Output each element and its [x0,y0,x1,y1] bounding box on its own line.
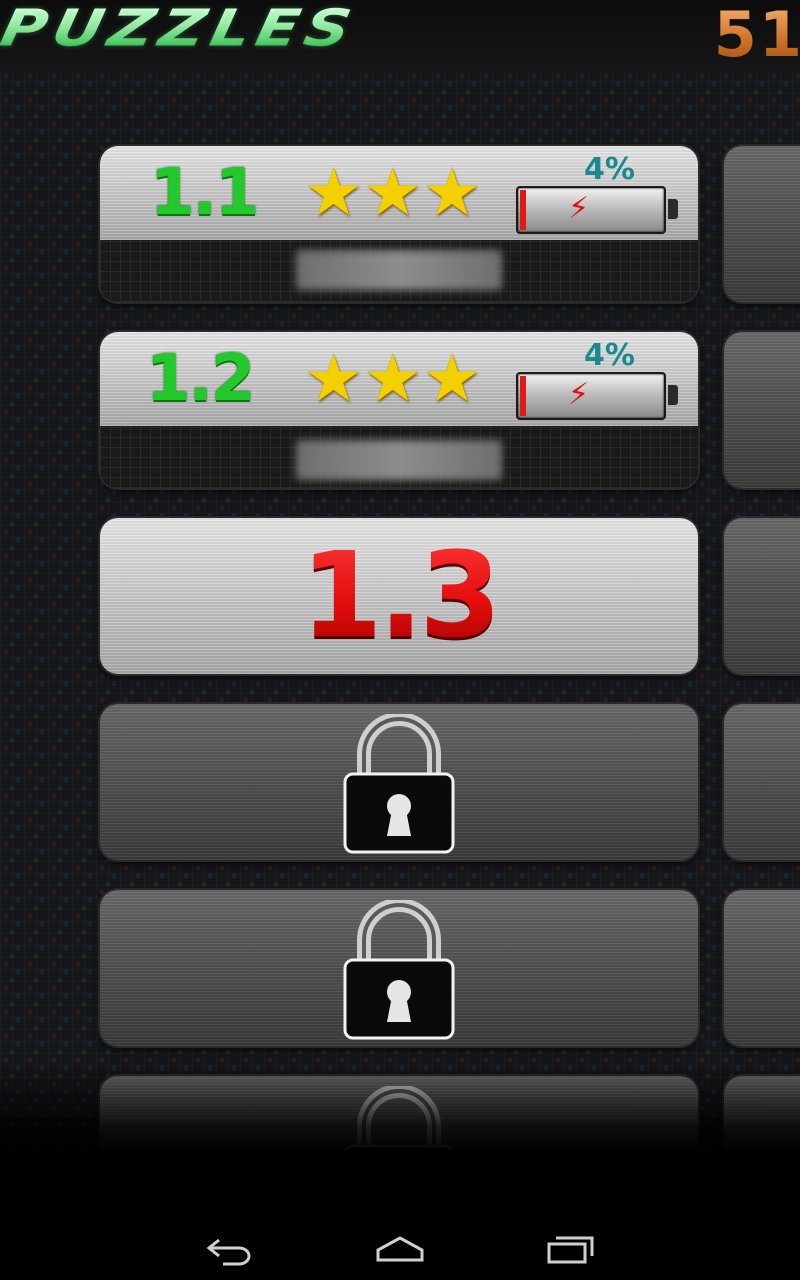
side-card[interactable] [724,146,800,302]
level-number: 1.2 [146,342,255,416]
level-number: 1.3 [100,526,698,664]
level-list[interactable]: 1.1 ★★★ 4% ⚡ 1.2 ★★★ 4% ⚡ 1.3 [0,0,800,1150]
star-rating: ★★★ [304,160,482,226]
back-icon[interactable] [205,1232,255,1268]
battery-fill [520,190,526,230]
lightning-icon: ⚡ [568,377,590,412]
side-card[interactable] [724,890,800,1046]
level-card-footer [100,426,698,488]
side-card[interactable] [724,332,800,488]
top-bar: PUZZLES 51 [0,0,800,71]
level-number: 1.1 [150,156,259,230]
padlock-icon [343,714,455,854]
level-card-1-2[interactable]: 1.2 ★★★ 4% ⚡ [100,332,698,488]
blurred-name [296,250,502,290]
home-icon[interactable] [375,1232,425,1268]
level-card-locked[interactable] [100,704,698,860]
battery-fill [520,376,526,416]
star-rating: ★★★ [304,346,482,412]
score-counter: 51 [714,0,800,71]
side-card[interactable] [724,704,800,860]
battery-icon: ⚡ [516,372,678,420]
padlock-icon [343,900,455,1040]
progress-percent: 4% [584,152,635,187]
blurred-name [296,440,502,480]
star-icon: ★★★ [304,154,482,231]
level-card-header: 1.2 ★★★ 4% ⚡ [100,332,698,426]
star-icon: ★★★ [304,340,482,417]
level-card-locked[interactable] [100,890,698,1046]
level-card-1-3[interactable]: 1.3 [100,518,698,674]
side-card[interactable] [724,518,800,674]
battery-icon: ⚡ [516,186,678,234]
list-fade [0,1060,800,1155]
progress-percent: 4% [584,338,635,373]
level-card-header: 1.1 ★★★ 4% ⚡ [100,146,698,240]
level-card-footer [100,240,698,302]
recents-icon[interactable] [546,1232,596,1268]
lightning-icon: ⚡ [568,191,590,226]
page-title: PUZZLES [0,0,362,58]
level-card-1-1[interactable]: 1.1 ★★★ 4% ⚡ [100,146,698,302]
